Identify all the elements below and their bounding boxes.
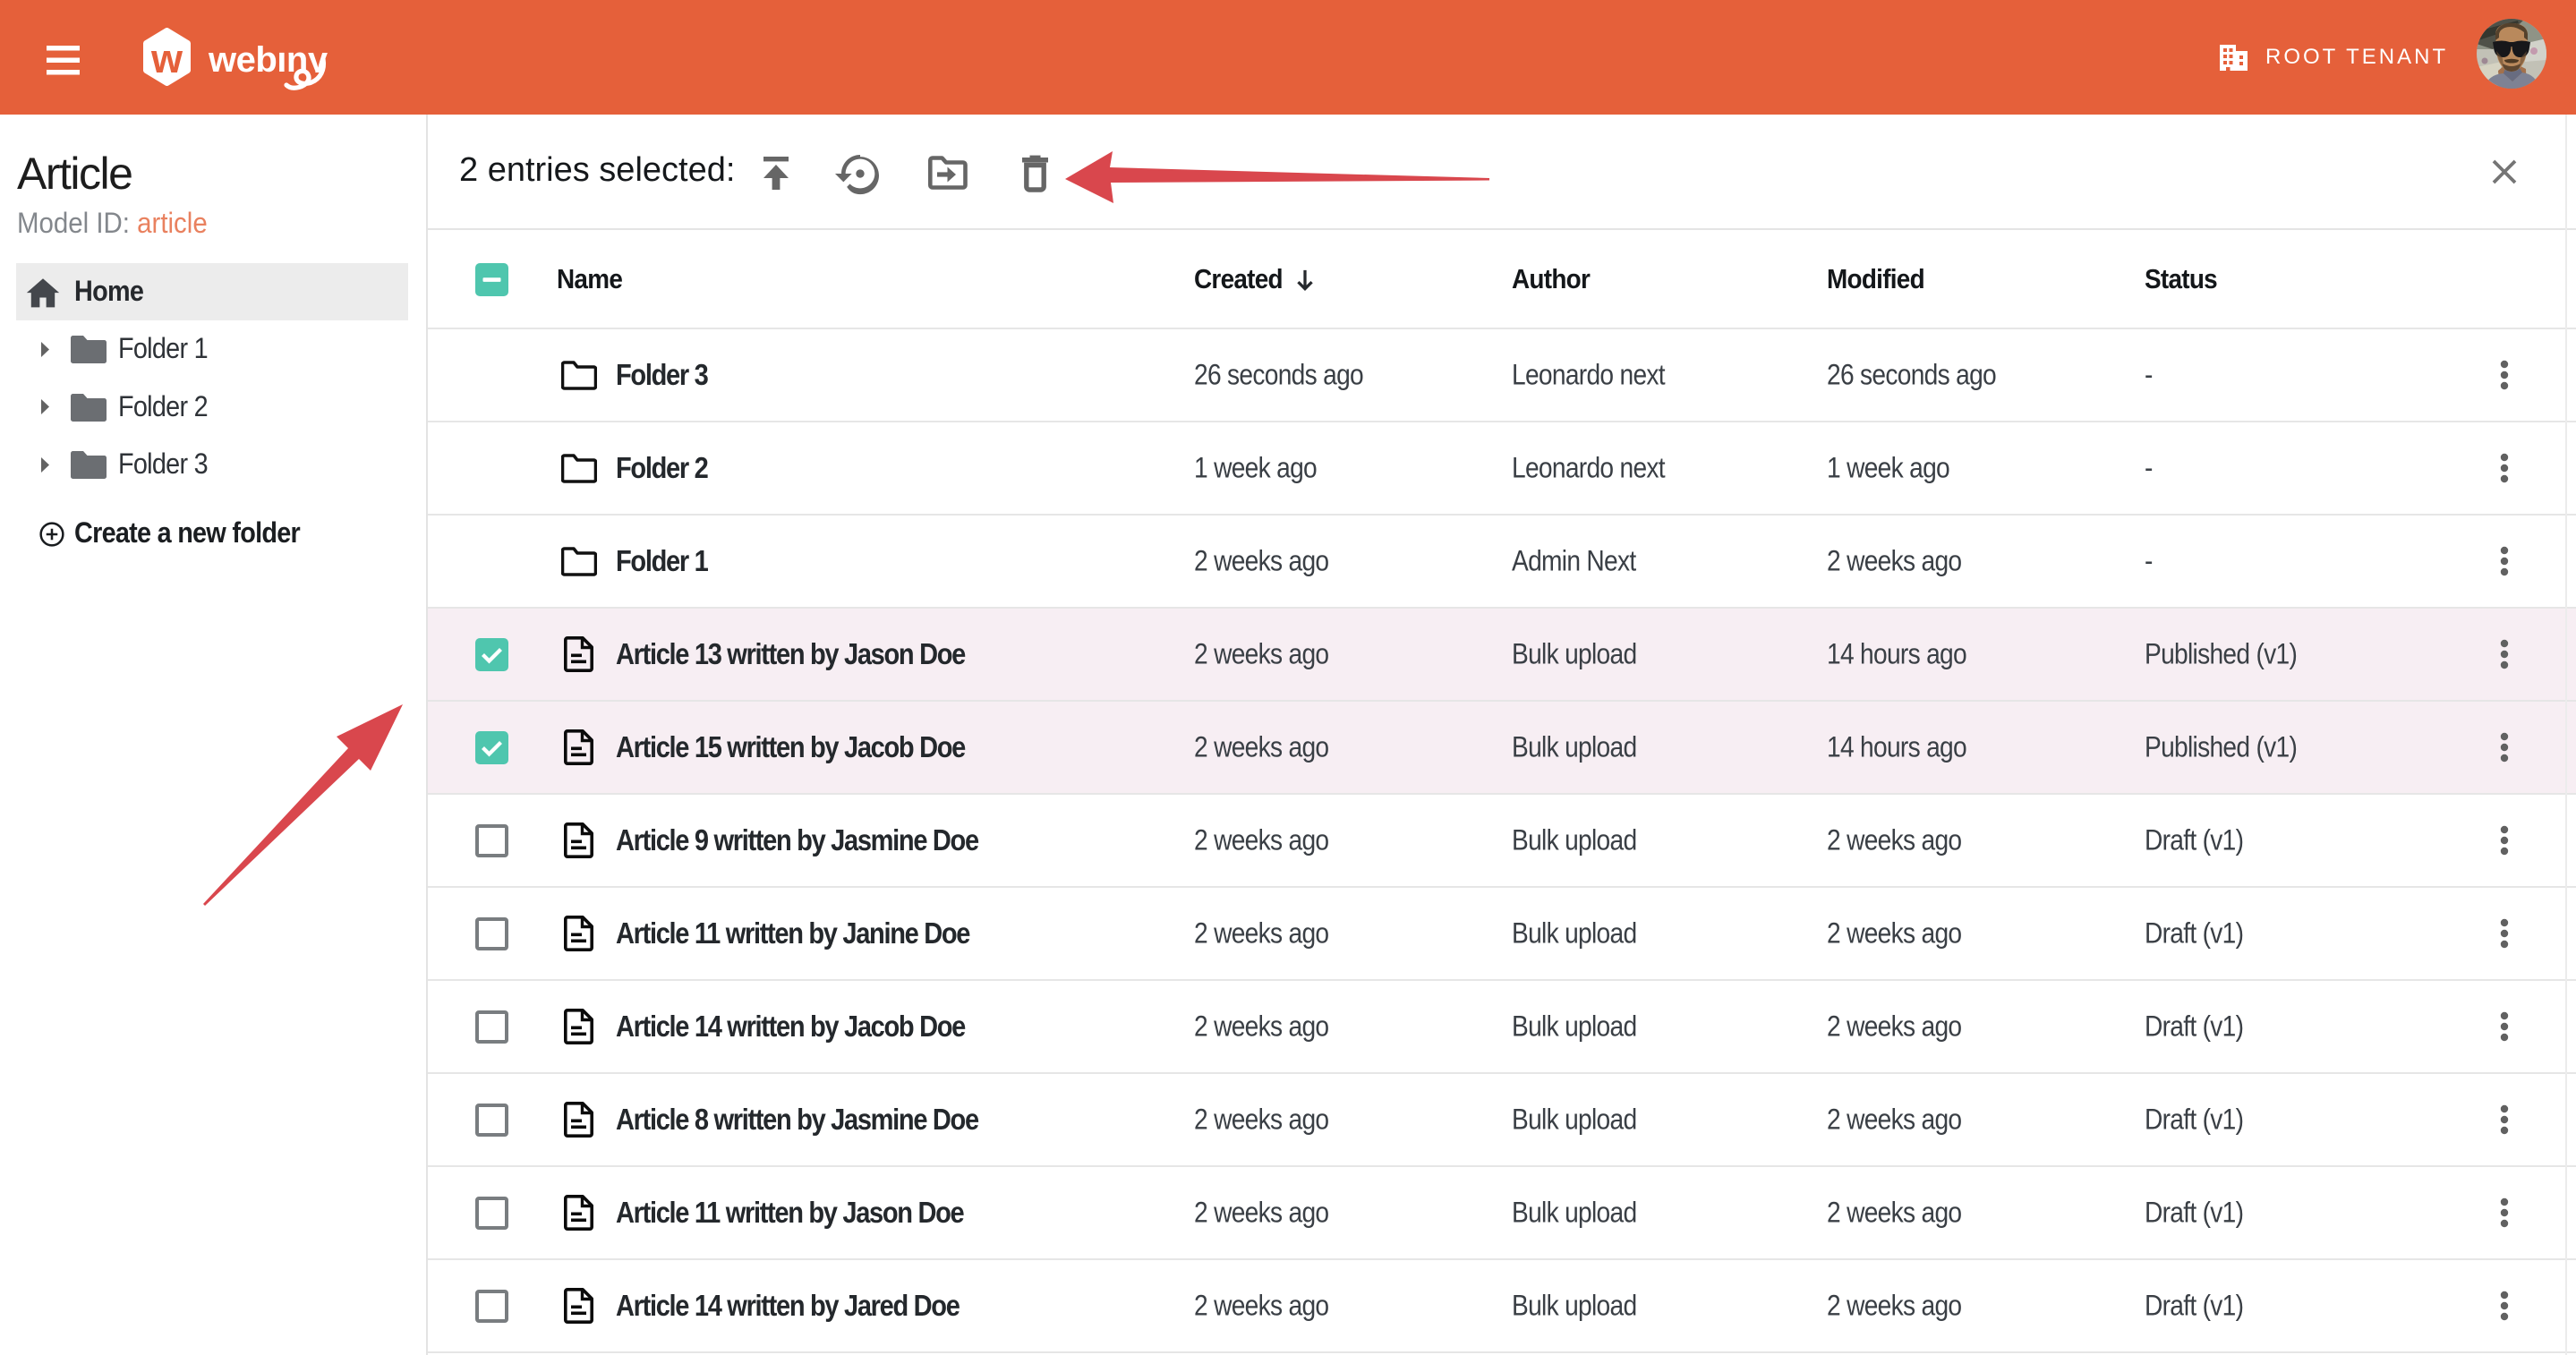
- svg-text:w: w: [150, 36, 183, 81]
